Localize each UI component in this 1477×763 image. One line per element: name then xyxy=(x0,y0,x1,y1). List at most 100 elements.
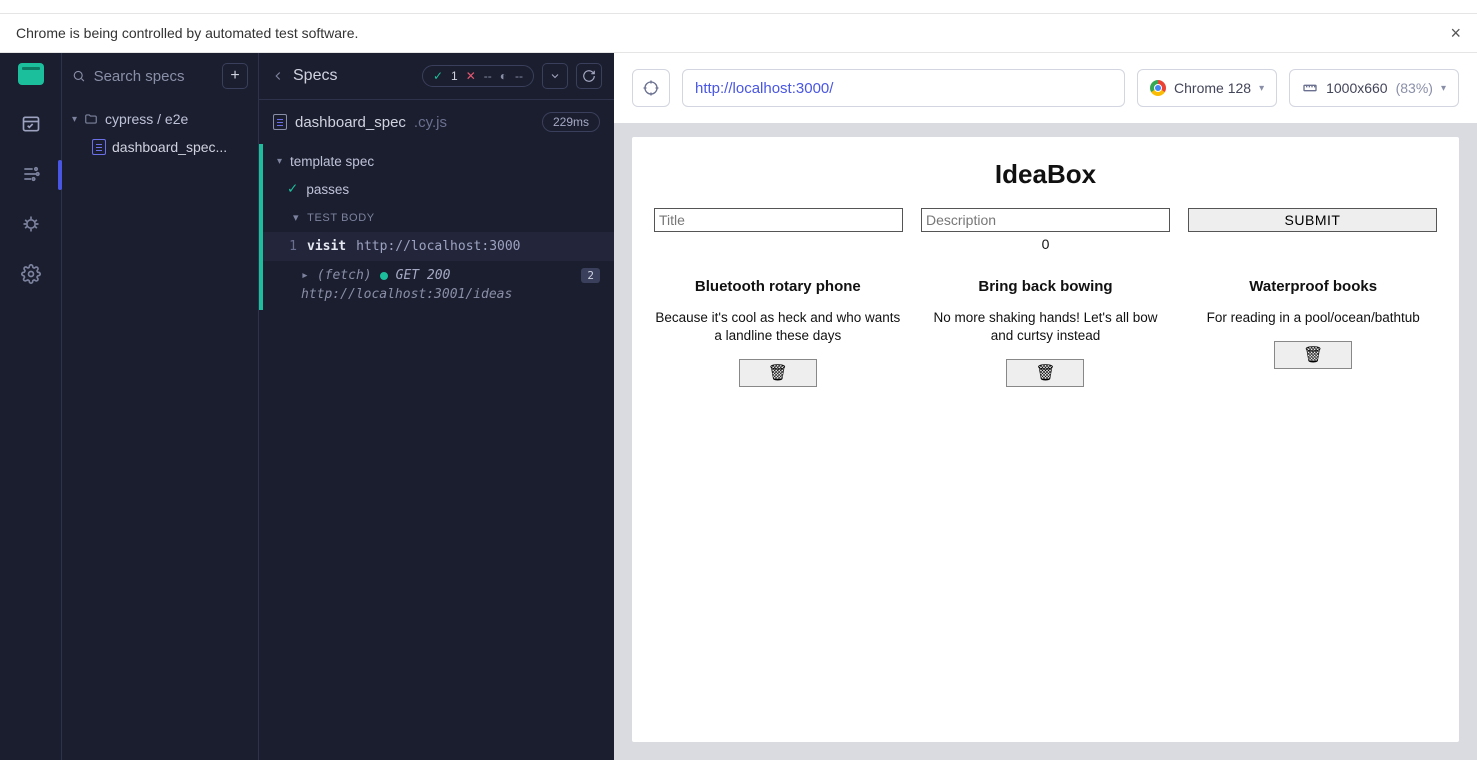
suite-name: template spec xyxy=(290,154,374,169)
fetch-url: http://localhost:3001/ideas xyxy=(263,285,614,310)
runs-nav-icon[interactable] xyxy=(20,163,42,185)
test-name: passes xyxy=(306,182,349,197)
fail-count: -- xyxy=(484,69,492,83)
delete-idea-button[interactable]: 🗑 xyxy=(1274,341,1352,369)
command-row[interactable]: 1 visit http://localhost:3000 xyxy=(263,232,614,261)
idea-card: Waterproof books For reading in a pool/o… xyxy=(1189,278,1437,387)
pass-check-icon: ✓ xyxy=(433,69,443,83)
test-body-label[interactable]: ▾ TEST BODY xyxy=(263,203,614,232)
file-label: dashboard_spec... xyxy=(112,139,227,155)
duration-pill: 229ms xyxy=(542,112,600,132)
cmd-name: visit xyxy=(307,239,346,254)
chevron-down-icon: ▾ xyxy=(277,156,282,167)
settings-nav-icon[interactable] xyxy=(20,263,42,285)
fetch-row[interactable]: ▸ (fetch) GET 200 2 xyxy=(263,261,614,285)
viewport-scale: (83%) xyxy=(1396,80,1433,96)
fetch-status: GET 200 xyxy=(396,268,451,283)
idea-desc: No more shaking hands! Let's all bow and… xyxy=(922,309,1170,345)
test-stats-pill: ✓ 1 ✕ -- ◐ -- xyxy=(422,65,534,87)
idea-title: Waterproof books xyxy=(1249,278,1377,295)
pass-check-icon: ✓ xyxy=(287,181,298,197)
spec-file-row[interactable]: dashboard_spec .cy.js 229ms xyxy=(259,100,614,144)
window-top-strip xyxy=(0,0,1477,14)
pending-count: -- xyxy=(515,69,523,83)
browser-select[interactable]: Chrome 128 ▾ xyxy=(1137,69,1277,107)
trash-icon: 🗑 xyxy=(1303,345,1323,365)
chevron-down-icon: ▾ xyxy=(1441,83,1446,94)
fetch-label: (fetch) xyxy=(317,268,372,283)
crosshair-icon xyxy=(642,79,660,97)
cypress-logo-icon xyxy=(18,63,44,85)
idea-counter: 0 xyxy=(1042,236,1050,252)
expand-icon: ▸ xyxy=(301,268,309,283)
spec-ext: .cy.js xyxy=(414,114,447,131)
automation-notice: Chrome is being controlled by automated … xyxy=(0,14,1477,53)
suite-row[interactable]: ▾ template spec xyxy=(263,148,614,175)
fail-x-icon: ✕ xyxy=(466,69,476,83)
reporter-title: Specs xyxy=(293,67,337,85)
browser-label: Chrome 128 xyxy=(1174,80,1251,96)
ruler-icon xyxy=(1302,80,1318,96)
reporter-controls: ✓ 1 ✕ -- ◐ -- xyxy=(422,63,602,89)
tree-file-row[interactable]: dashboard_spec... xyxy=(62,133,258,161)
pending-icon: ◐ xyxy=(500,69,507,83)
main-layout: + ▾ cypress / e2e dashboard_spec... xyxy=(0,53,1477,760)
description-input[interactable] xyxy=(921,208,1170,232)
idea-title: Bring back bowing xyxy=(978,278,1112,295)
reporter-title-wrap: Specs xyxy=(271,67,337,85)
chrome-logo-icon xyxy=(1150,80,1166,96)
test-row[interactable]: ✓ passes xyxy=(263,175,614,203)
idea-card: Bluetooth rotary phone Because it's cool… xyxy=(654,278,902,387)
idea-title: Bluetooth rotary phone xyxy=(695,278,861,295)
search-input[interactable] xyxy=(94,68,214,85)
chevron-down-icon: ▾ xyxy=(293,211,299,224)
specs-nav-icon[interactable] xyxy=(20,113,42,135)
idea-desc: For reading in a pool/ocean/bathtub xyxy=(1207,309,1420,327)
back-icon[interactable] xyxy=(271,69,285,83)
app-under-test: IdeaBox SUBMIT 0 Bluetooth rotary phone … xyxy=(632,137,1459,742)
test-list: ▾ template spec ✓ passes ▾ TEST BODY 1 v… xyxy=(259,144,614,310)
cypress-pane: + ▾ cypress / e2e dashboard_spec... xyxy=(0,53,614,760)
delete-idea-button[interactable]: 🗑 xyxy=(1006,359,1084,387)
close-icon[interactable]: × xyxy=(1450,24,1461,42)
preview-toolbar: http://localhost:3000/ Chrome 128 ▾ 1000… xyxy=(614,53,1477,123)
trash-icon: 🗑 xyxy=(1035,363,1055,383)
idea-desc: Because it's cool as heck and who wants … xyxy=(654,309,902,345)
aut-wrap: IdeaBox SUBMIT 0 Bluetooth rotary phone … xyxy=(614,123,1477,760)
cypress-iconbar xyxy=(0,53,62,760)
viewport-select[interactable]: 1000x660 (83%) ▾ xyxy=(1289,69,1459,107)
viewport-size: 1000x660 xyxy=(1326,80,1388,96)
app-title: IdeaBox xyxy=(995,159,1096,190)
spec-name: dashboard_spec xyxy=(295,114,406,131)
debug-nav-icon[interactable] xyxy=(20,213,42,235)
status-dot-icon xyxy=(380,272,388,280)
folder-icon xyxy=(83,112,99,126)
active-tab-indicator xyxy=(58,160,62,190)
delete-idea-button[interactable]: 🗑 xyxy=(739,359,817,387)
search-icon xyxy=(72,68,86,84)
url-text: http://localhost:3000/ xyxy=(695,80,833,97)
title-input[interactable] xyxy=(654,208,903,232)
cmd-number: 1 xyxy=(283,239,297,254)
selector-playground-button[interactable] xyxy=(632,69,670,107)
add-spec-button[interactable]: + xyxy=(222,63,248,89)
automation-notice-text: Chrome is being controlled by automated … xyxy=(16,25,358,41)
rerun-button[interactable] xyxy=(576,63,602,89)
trash-icon: 🗑 xyxy=(768,363,788,383)
search-wrap xyxy=(72,68,214,85)
app-preview-pane: http://localhost:3000/ Chrome 128 ▾ 1000… xyxy=(614,53,1477,760)
pass-count: 1 xyxy=(451,69,458,83)
tree-folder-row[interactable]: ▾ cypress / e2e xyxy=(62,105,258,133)
url-bar[interactable]: http://localhost:3000/ xyxy=(682,69,1125,107)
folder-label: cypress / e2e xyxy=(105,111,188,127)
reporter-header: Specs ✓ 1 ✕ -- ◐ -- xyxy=(259,53,614,100)
ideas-row: Bluetooth rotary phone Because it's cool… xyxy=(654,278,1437,387)
dropdown-button[interactable] xyxy=(542,63,568,89)
fetch-count-badge: 2 xyxy=(581,268,600,283)
cmd-arg: http://localhost:3000 xyxy=(356,239,520,254)
search-row: + xyxy=(62,53,258,99)
submit-button[interactable]: SUBMIT xyxy=(1188,208,1437,232)
reporter-panel: Specs ✓ 1 ✕ -- ◐ -- xyxy=(259,53,614,760)
idea-card: Bring back bowing No more shaking hands!… xyxy=(922,278,1170,387)
idea-form: SUBMIT xyxy=(654,208,1437,232)
